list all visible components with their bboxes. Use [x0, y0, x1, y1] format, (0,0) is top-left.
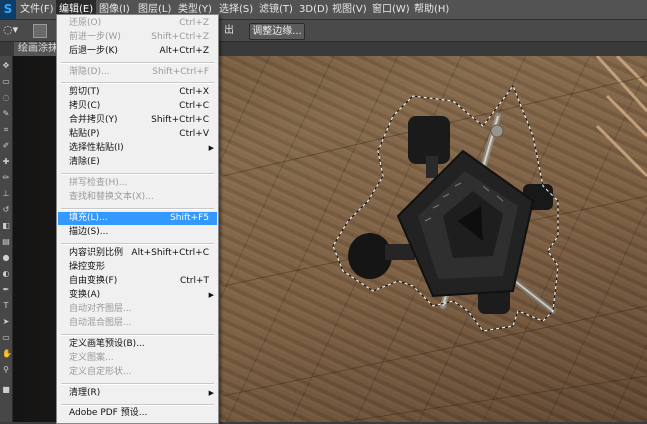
submenu-arrow-icon: ▶ — [208, 144, 214, 152]
tools-panel: ✥ ▭ ◌ ✎ ⌗ ✐ ✚ ✏ ⊥ ↺ ◧ ▤ ● ◐ ✒ T ➤ ▭ ✋ ⚲ … — [0, 56, 13, 422]
menu-item-adobe-pdf-presets[interactable]: Adobe PDF 预设... — [58, 407, 217, 420]
menu-item-spell-check[interactable]: 拼写检查(H)... — [58, 177, 217, 190]
menu-view[interactable]: 视图(V) — [329, 0, 370, 19]
quick-select-icon[interactable]: ✎ — [2, 110, 10, 118]
menu-item-transform[interactable]: 变换(A) ▶ — [58, 289, 217, 302]
menu-item-paste[interactable]: 粘贴(P) Ctrl+V — [58, 128, 217, 141]
panorama-head-object — [348, 113, 556, 314]
menu-item-define-pattern[interactable]: 定义图案... — [58, 352, 217, 365]
menu-window[interactable]: 窗口(W) — [369, 0, 413, 19]
hand-tool-icon[interactable]: ✋ — [2, 350, 12, 358]
menu-item-auto-blend-layers[interactable]: 自动混合图层... — [58, 317, 217, 330]
selection-mode-icon[interactable] — [33, 24, 47, 38]
menu-item-copy-merged[interactable]: 合并拷贝(Y) Shift+Ctrl+C — [58, 114, 217, 127]
dodge-tool-icon[interactable]: ◐ — [2, 270, 10, 278]
pen-tool-icon[interactable]: ✒ — [2, 286, 10, 294]
healing-brush-icon[interactable]: ✚ — [2, 158, 10, 166]
path-select-icon[interactable]: ➤ — [2, 318, 10, 326]
lasso-icon[interactable]: ◌ — [2, 94, 10, 102]
clone-stamp-icon[interactable]: ⊥ — [2, 190, 10, 198]
menu-item-content-aware-scale[interactable]: 内容识别比例 Alt+Shift+Ctrl+C — [58, 247, 217, 260]
menu-select[interactable]: 选择(S) — [216, 0, 256, 19]
eraser-icon[interactable]: ◧ — [2, 222, 10, 230]
menu-filter[interactable]: 滤镜(T) — [256, 0, 296, 19]
refine-edge-button[interactable]: 调整边缘... — [249, 23, 305, 40]
menu-item-purge[interactable]: 清理(R) ▶ — [58, 387, 217, 400]
menu-item-paste-special[interactable]: 选择性粘贴(I) ▶ — [58, 142, 217, 155]
menu-file[interactable]: 文件(F) — [17, 0, 57, 19]
marquee-tool-icon[interactable]: ▭ — [2, 78, 10, 86]
zoom-tool-icon[interactable]: ⚲ — [2, 366, 10, 374]
output-label: 出 — [224, 25, 234, 36]
wooden-chair — [595, 56, 647, 178]
menu-separator — [61, 208, 214, 210]
menu-separator — [61, 334, 214, 336]
menu-separator — [61, 173, 214, 175]
submenu-arrow-icon: ▶ — [208, 389, 214, 397]
blur-tool-icon[interactable]: ● — [2, 254, 10, 262]
menu-item-fade[interactable]: 渐隐(D)... Shift+Ctrl+F — [58, 66, 217, 79]
menu-item-copy[interactable]: 拷贝(C) Ctrl+C — [58, 100, 217, 113]
menu-item-auto-align-layers[interactable]: 自动对齐图层... — [58, 303, 217, 316]
menu-item-undo[interactable]: 还原(O) Ctrl+Z — [58, 17, 217, 30]
menu-separator — [61, 383, 214, 385]
menu-item-step-forward[interactable]: 前进一步(W) Shift+Ctrl+Z — [58, 31, 217, 44]
shape-tool-icon[interactable]: ▭ — [2, 334, 10, 342]
menu-item-define-brush[interactable]: 定义画笔预设(B)... — [58, 338, 217, 351]
menu-3d[interactable]: 3D(D) — [296, 0, 332, 19]
brush-tool-icon[interactable]: ✏ — [2, 174, 10, 182]
menu-separator — [61, 243, 214, 245]
menu-item-step-backward[interactable]: 后退一步(K) Alt+Ctrl+Z — [58, 45, 217, 58]
submenu-arrow-icon: ▶ — [208, 291, 214, 299]
edit-menu-dropdown: 还原(O) Ctrl+Z 前进一步(W) Shift+Ctrl+Z 后退一步(K… — [56, 14, 219, 424]
menu-item-puppet-warp[interactable]: 操控变形 — [58, 261, 217, 274]
menu-item-stroke[interactable]: 描边(S)... — [58, 226, 217, 239]
lasso-tool-icon[interactable]: ◌▾ — [3, 23, 23, 37]
foreground-color-icon[interactable]: ■ — [2, 386, 10, 394]
menu-item-find-replace[interactable]: 查找和替换文本(X)... — [58, 191, 217, 204]
move-tool-icon[interactable]: ✥ — [2, 62, 10, 70]
menu-separator — [61, 62, 214, 64]
photoshop-logo: S — [0, 0, 16, 19]
menu-item-free-transform[interactable]: 自由变换(F) Ctrl+T — [58, 275, 217, 288]
menu-separator — [61, 82, 214, 84]
crop-tool-icon[interactable]: ⌗ — [2, 126, 10, 134]
menu-item-clear[interactable]: 清除(E) — [58, 156, 217, 169]
menu-item-cut[interactable]: 剪切(T) Ctrl+X — [58, 86, 217, 99]
gradient-tool-icon[interactable]: ▤ — [2, 238, 10, 246]
menu-help[interactable]: 帮助(H) — [411, 0, 452, 19]
history-brush-icon[interactable]: ↺ — [2, 206, 10, 214]
eyedropper-icon[interactable]: ✐ — [2, 142, 10, 150]
document-tab[interactable]: 绘画涂抹 — [14, 42, 62, 56]
menu-item-define-custom-shape[interactable]: 定义自定形状... — [58, 366, 217, 379]
menu-separator — [61, 404, 214, 406]
type-tool-icon[interactable]: T — [2, 302, 10, 310]
menu-item-fill[interactable]: 填充(L)... Shift+F5 — [58, 212, 217, 225]
